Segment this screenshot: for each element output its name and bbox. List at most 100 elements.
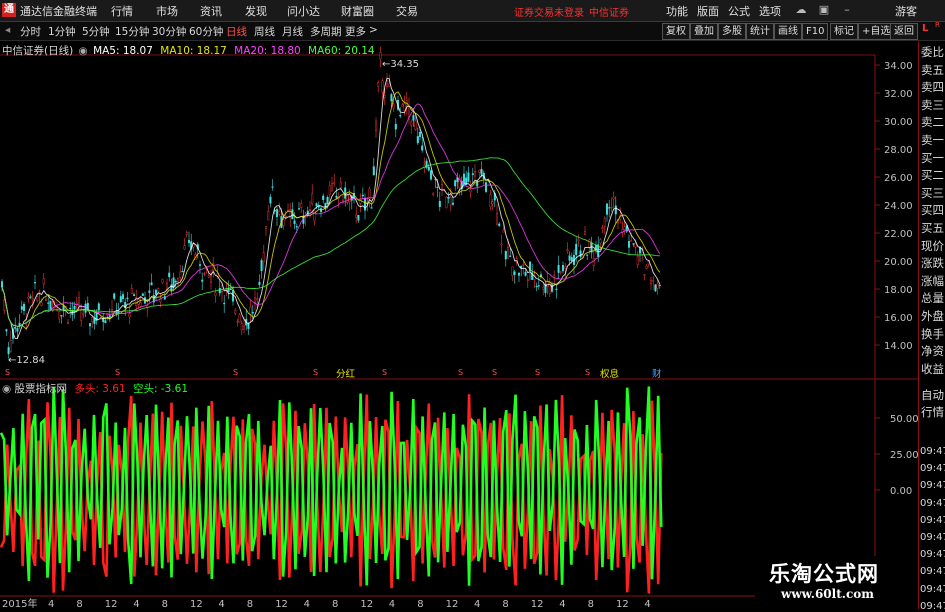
split-marker[interactable]: S <box>382 368 387 377</box>
candle-body <box>278 210 281 215</box>
x-tick-label: 4 <box>304 599 310 609</box>
multi-stock-button[interactable]: 多股 <box>718 23 746 40</box>
minimize-icon[interactable]: – <box>838 2 856 18</box>
side-item[interactable]: 委比 <box>921 43 944 61</box>
period-weekly[interactable]: 周线 <box>254 24 275 39</box>
menu-layout[interactable]: 版面 <box>697 3 719 19</box>
settings-circle-icon[interactable]: ◉ <box>79 45 88 57</box>
period-30min[interactable]: 30分钟 <box>152 24 186 39</box>
period-60min[interactable]: 60分钟 <box>189 24 223 39</box>
draw-button[interactable]: 画线 <box>774 23 802 40</box>
mark-button[interactable]: 标记 <box>830 23 858 40</box>
time-item: 09:47 <box>920 446 945 457</box>
stock-title[interactable]: 中信证券(日线) <box>2 45 73 57</box>
menu-wealth[interactable]: 财富圈 <box>341 3 374 19</box>
split-marker[interactable]: S <box>233 368 238 377</box>
split-marker[interactable]: S <box>115 368 120 377</box>
menu-market[interactable]: 市场 <box>156 3 178 19</box>
candle-body <box>218 288 221 294</box>
side-item[interactable]: 卖一 <box>921 131 944 149</box>
skin-icon[interactable]: ▣ <box>815 2 833 18</box>
period-multi[interactable]: 多周期 <box>310 24 342 39</box>
overlay-button[interactable]: 叠加 <box>690 23 718 40</box>
period-more[interactable]: 更多 <box>345 24 366 39</box>
menu-quotes[interactable]: 行情 <box>111 3 133 19</box>
candle-body <box>326 197 329 204</box>
period-5min[interactable]: 5分钟 <box>82 24 110 39</box>
guest-label[interactable]: 游客 <box>895 3 917 19</box>
candle-body <box>599 239 602 244</box>
period-daily[interactable]: 日线 <box>226 24 247 39</box>
cloud-icon[interactable]: ☁ <box>792 2 810 18</box>
y-tick-label: 16.00 <box>884 313 913 324</box>
side-item[interactable]: 买三 <box>921 184 944 202</box>
split-marker[interactable]: S <box>535 368 540 377</box>
side-item[interactable]: 涨幅 <box>921 272 944 290</box>
panel-r-toggle[interactable]: R <box>935 21 940 29</box>
period-monthly[interactable]: 月线 <box>282 24 303 39</box>
f10-button[interactable]: F10 <box>802 23 829 40</box>
side-item[interactable]: 卖四 <box>921 78 944 96</box>
menu-news[interactable]: 资讯 <box>200 3 222 19</box>
menu-discover[interactable]: 发现 <box>245 3 267 19</box>
quote-side-panel: L R 委比 卖五 卖四 卖三 卖二 卖一 买一 买二 买三 买四 买五 现价 涨跌 涨幅 总量 外盘 换手 净资… <box>918 21 945 612</box>
back-button[interactable]: 返回 <box>890 23 918 40</box>
menu-ask[interactable]: 问小达 <box>287 3 320 19</box>
ex-right-marker[interactable]: 权息 <box>600 366 619 380</box>
candle-body <box>419 132 422 137</box>
candle-body <box>121 294 124 300</box>
split-marker[interactable]: S <box>5 368 10 377</box>
adjust-button[interactable]: 复权 <box>662 23 690 40</box>
menu-formula[interactable]: 公式 <box>728 3 750 19</box>
side-item[interactable]: 涨跌 <box>921 254 944 272</box>
side-quote[interactable]: 行情 <box>921 403 944 421</box>
candle-body <box>14 326 17 329</box>
indicator-name[interactable]: 股票指标网 <box>15 383 68 395</box>
side-item[interactable]: 换手 <box>921 325 944 343</box>
add-watchlist-button[interactable]: +自选 <box>858 23 895 40</box>
menu-function[interactable]: 功能 <box>666 3 688 19</box>
menu-trade[interactable]: 交易 <box>396 3 418 19</box>
side-item[interactable]: 外盘 <box>921 307 944 325</box>
indicator-settings-icon[interactable]: ◉ <box>2 383 11 395</box>
side-item[interactable]: 买五 <box>921 219 944 237</box>
side-item[interactable]: 总量 <box>921 289 944 307</box>
price-chart[interactable]: 34.00 32.00 30.00 28.00 26.00 24.00 22.00 20.00… <box>0 41 918 380</box>
candle-body <box>339 182 342 188</box>
nav-left-icon[interactable]: ◂ <box>5 24 10 36</box>
dividend-marker[interactable]: 分红 <box>336 366 355 380</box>
candle-body <box>379 52 382 60</box>
side-item[interactable]: 买四 <box>921 201 944 219</box>
login-notice[interactable]: 证券交易未登录 <box>514 4 584 19</box>
side-item[interactable]: 买二 <box>921 166 944 184</box>
split-marker[interactable]: S <box>458 368 463 377</box>
side-auto[interactable]: 自动 <box>921 386 944 404</box>
candle-body <box>331 183 334 192</box>
candle-body <box>498 223 501 226</box>
side-item[interactable]: 买一 <box>921 149 944 167</box>
candle-body <box>375 120 378 131</box>
period-intraday[interactable]: 分时 <box>20 24 41 39</box>
side-item[interactable]: 净资 <box>921 342 944 360</box>
panel-l-toggle[interactable]: L <box>922 23 928 34</box>
side-item[interactable]: 卖二 <box>921 113 944 131</box>
candle-body <box>104 320 107 324</box>
split-marker[interactable]: S <box>585 368 590 377</box>
broker-name[interactable]: 中信证券 <box>589 4 629 19</box>
more-arrow-icon[interactable]: > <box>369 24 378 36</box>
candle-body <box>601 227 604 229</box>
split-marker[interactable]: S <box>492 368 497 377</box>
period-1min[interactable]: 1分钟 <box>48 24 76 39</box>
x-tick-label: 12 <box>275 599 288 609</box>
finance-marker[interactable]: 财 <box>652 366 662 380</box>
side-item[interactable]: 现价 <box>921 237 944 255</box>
time-item: 09:47 <box>920 549 945 561</box>
period-15min[interactable]: 15分钟 <box>115 24 149 39</box>
side-item[interactable]: 收益 <box>921 360 944 378</box>
split-marker[interactable]: S <box>313 368 318 377</box>
candle-body <box>511 266 514 276</box>
menu-options[interactable]: 选项 <box>759 3 781 19</box>
side-item[interactable]: 卖三 <box>921 96 944 114</box>
side-item[interactable]: 卖五 <box>921 61 944 79</box>
stats-button[interactable]: 统计 <box>746 23 774 40</box>
